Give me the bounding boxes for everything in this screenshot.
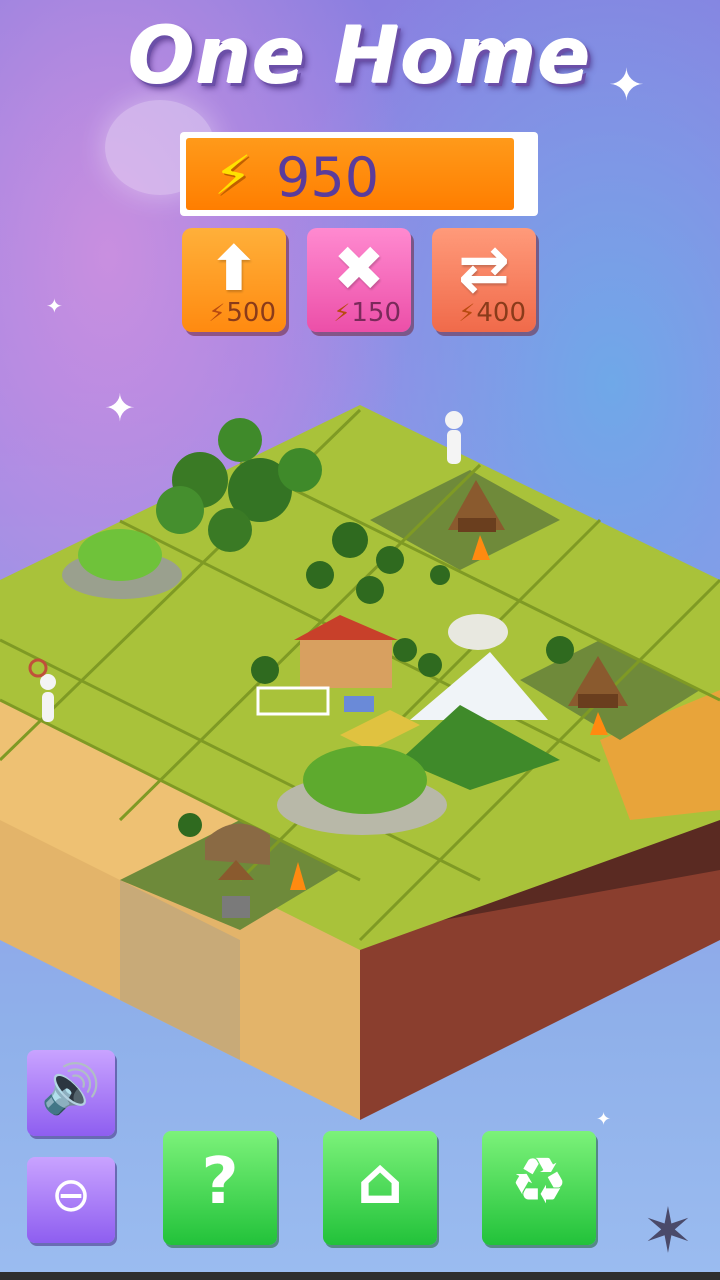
cross-icon: ✖ bbox=[333, 232, 385, 305]
lightning-icon: ⚡ bbox=[458, 299, 476, 327]
boulder bbox=[448, 614, 508, 650]
bottom-strip bbox=[0, 1272, 720, 1280]
villager-character[interactable] bbox=[445, 411, 463, 464]
recycle-icon: ♻ bbox=[510, 1145, 568, 1219]
home-cards-icon: ⌂ bbox=[357, 1145, 403, 1219]
swap-cost: ⚡400 bbox=[458, 298, 527, 328]
game-title: One Home bbox=[128, 12, 592, 102]
energy-fill: ⚡ 950 bbox=[186, 138, 514, 210]
minus-icon: ⊖ bbox=[50, 1167, 92, 1223]
help-button[interactable]: ? bbox=[163, 1131, 277, 1245]
swap-tiles-icon: ⇄ bbox=[458, 232, 510, 305]
arrow-up-icon: ⬆ bbox=[208, 232, 260, 305]
energy-bar: ⚡ 950 bbox=[180, 132, 538, 216]
lightning-icon: ⚡ bbox=[214, 144, 252, 207]
lightning-icon: ⚡ bbox=[208, 299, 226, 327]
tile-cards-button[interactable]: ⌂ bbox=[323, 1131, 437, 1245]
upgrade-cost: ⚡500 bbox=[208, 298, 277, 328]
energy-value: 950 bbox=[276, 146, 380, 209]
sparkle-icon: ✦ bbox=[46, 294, 63, 318]
swap-button[interactable]: ⇄ ⚡400 bbox=[432, 228, 536, 332]
remove-button[interactable]: ✖ ⚡150 bbox=[307, 228, 411, 332]
upgrade-button[interactable]: ⬆ ⚡500 bbox=[182, 228, 286, 332]
question-icon: ? bbox=[201, 1145, 239, 1219]
sound-button[interactable]: 🔊 bbox=[27, 1050, 115, 1136]
recycle-button[interactable]: ♻ bbox=[482, 1131, 596, 1245]
game-board[interactable] bbox=[0, 380, 720, 1140]
remove-cost: ⚡150 bbox=[333, 298, 402, 328]
speaker-icon: 🔊 bbox=[41, 1061, 101, 1117]
lightning-icon: ⚡ bbox=[333, 299, 351, 327]
zoom-out-button[interactable]: ⊖ bbox=[27, 1157, 115, 1243]
star-badge-icon[interactable]: ✶ bbox=[642, 1194, 694, 1267]
